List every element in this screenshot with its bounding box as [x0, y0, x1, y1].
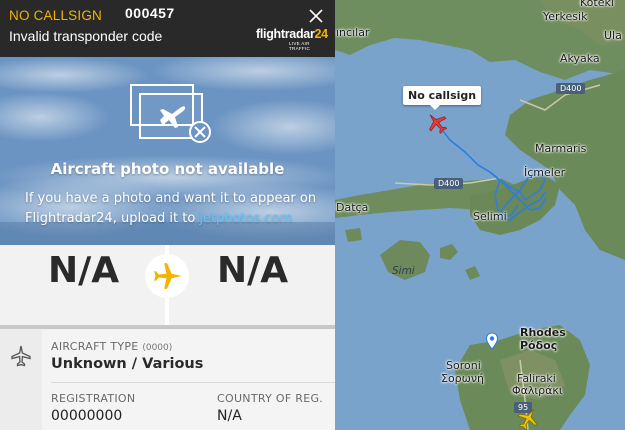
map-label-akyaka: Akyaka	[560, 52, 600, 65]
hex-code: 000457	[125, 5, 175, 21]
aircraft-icon	[11, 345, 31, 367]
map-label-ula: Ula	[604, 29, 622, 42]
flightradar24-logo[interactable]: flightradar24 LIVE AIR TRAFFIC	[256, 27, 329, 51]
registration-value: 00000000	[51, 408, 123, 424]
map-label-rodos: Ρόδος	[520, 339, 558, 352]
aircraft-photo-placeholder: Aircraft photo not available If you have…	[0, 57, 335, 245]
photo-unavailable-title: Aircraft photo not available	[50, 160, 285, 178]
aircraft-details: AIRCRAFT TYPE (0000) Unknown / Various R…	[0, 330, 335, 430]
details-icon-column	[0, 330, 42, 430]
aircraft-type-label-text: AIRCRAFT TYPE	[51, 340, 139, 353]
road-shield-d400-north: D400	[556, 83, 586, 94]
map-label-icmeler: İçmeler	[524, 166, 566, 179]
map-label-koteki: Koteki	[580, 0, 614, 9]
map-label-rhodes: Rhodes	[520, 326, 566, 339]
details-body: AIRCRAFT TYPE (0000) Unknown / Various R…	[42, 330, 335, 430]
map-label-marmaris: Marmaris	[535, 142, 587, 155]
registration-label: REGISTRATION	[51, 392, 136, 405]
photo-upload-message: If you have a photo and want it to appea…	[25, 189, 325, 229]
map-label-selimiye: Selimi	[473, 210, 507, 223]
map-label-soroni-gr: Σορωνή	[441, 372, 484, 385]
map-label-cinarcik: ıncılar	[336, 26, 370, 39]
map-label-yerkesik: Yerkesik	[543, 10, 588, 23]
route-progress-bar	[0, 325, 335, 329]
country-value: N/A	[217, 408, 242, 424]
route-section: N/A N/A	[0, 245, 335, 330]
selected-aircraft-icon[interactable]	[424, 110, 450, 136]
aircraft-type-code: (0000)	[142, 343, 173, 353]
route-plane-badge	[145, 254, 189, 298]
road-shield-d400-west: D400	[434, 178, 464, 189]
destination-airport[interactable]: N/A	[217, 250, 288, 291]
origin-airport[interactable]: N/A	[48, 250, 119, 291]
callsign: NO CALLSIGN	[9, 8, 102, 23]
map-label-datca: Datça	[336, 201, 369, 214]
other-aircraft-icon[interactable]	[515, 406, 541, 430]
logo-subtitle: LIVE AIR TRAFFIC	[289, 41, 311, 51]
close-icon[interactable]	[306, 6, 326, 26]
panel-header: NO CALLSIGN 000457 Invalid transponder c…	[0, 0, 335, 57]
flight-info-panel: NO CALLSIGN 000457 Invalid transponder c…	[0, 0, 335, 430]
no-photo-icon	[130, 84, 211, 143]
map-label-faliraki-gr: Φαλιράκι	[512, 384, 563, 397]
map-label-simi: Simi	[392, 265, 415, 277]
map-label-soroni: Soroni	[446, 359, 481, 372]
transponder-status: Invalid transponder code	[9, 28, 163, 44]
logo-number: 24	[314, 27, 329, 41]
location-pin-icon[interactable]	[485, 332, 499, 350]
logo-text: flightradar	[256, 27, 315, 41]
aircraft-type-value: Unknown / Various	[51, 356, 204, 372]
airplane-icon	[154, 263, 182, 289]
details-divider	[51, 382, 335, 383]
aircraft-type-label: AIRCRAFT TYPE (0000)	[51, 340, 172, 353]
jetphotos-link[interactable]: jetphotos.com	[199, 211, 292, 226]
country-label: COUNTRY OF REG.	[217, 392, 324, 405]
aircraft-callout[interactable]: No callsign	[403, 86, 482, 110]
